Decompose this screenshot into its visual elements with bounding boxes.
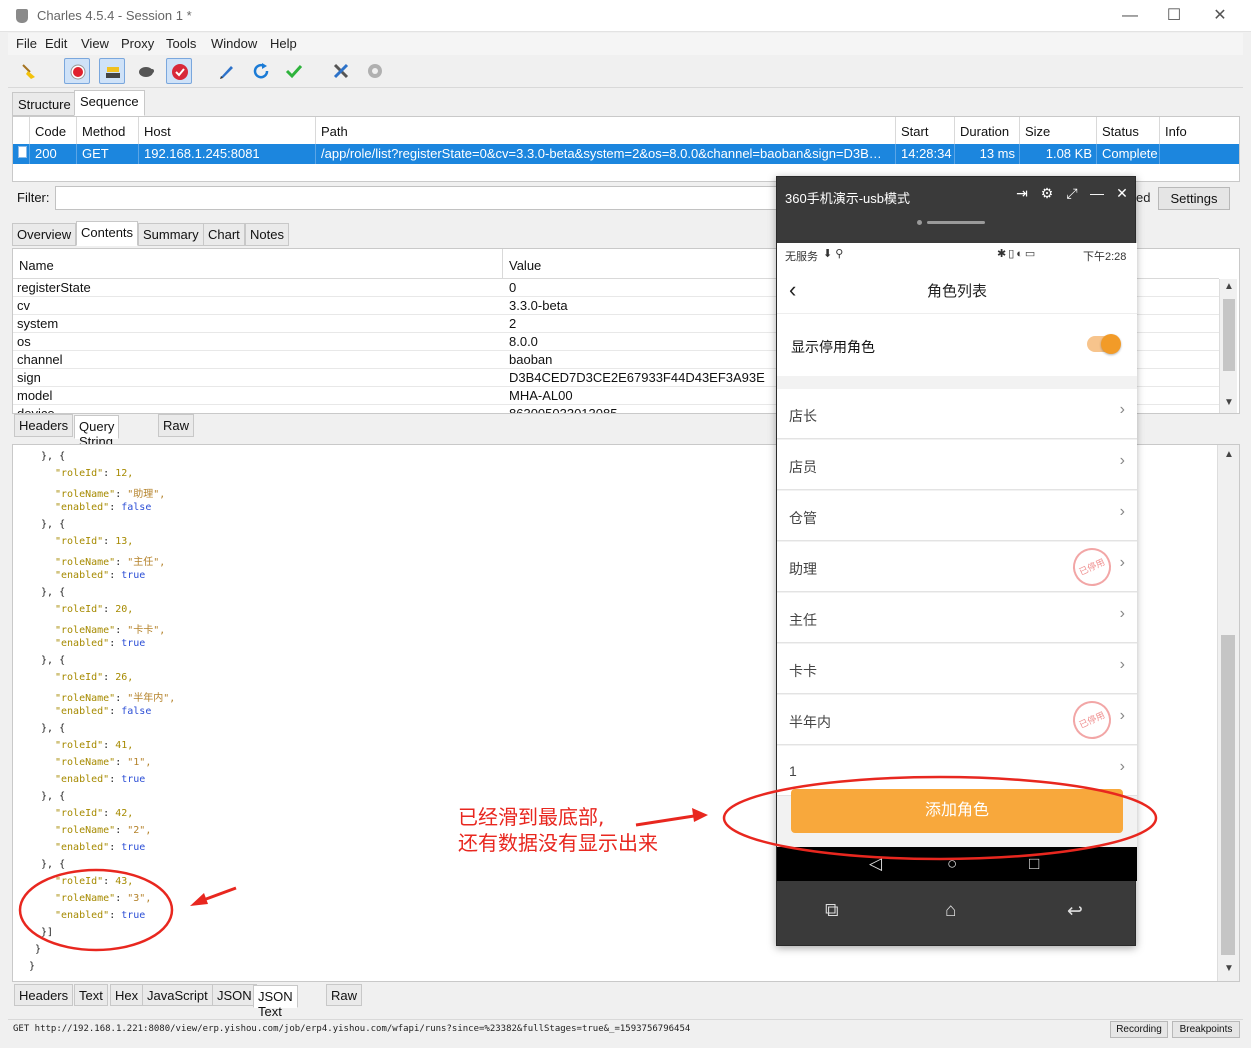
- annotation-ellipse-button: [722, 775, 1158, 861]
- annotation-line-1: 已经滑到最底部,: [458, 805, 605, 829]
- annotation-overlay: [18, 775, 1158, 952]
- annotation-line-2: 还有数据没有显示出来: [458, 831, 658, 855]
- annotation-text: 已经滑到最底部, 还有数据没有显示出来: [458, 804, 658, 856]
- annotation-ellipse-json: [18, 868, 174, 952]
- annotation-arrowhead-right: [692, 808, 708, 822]
- annotation-arrowhead-left: [190, 893, 208, 906]
